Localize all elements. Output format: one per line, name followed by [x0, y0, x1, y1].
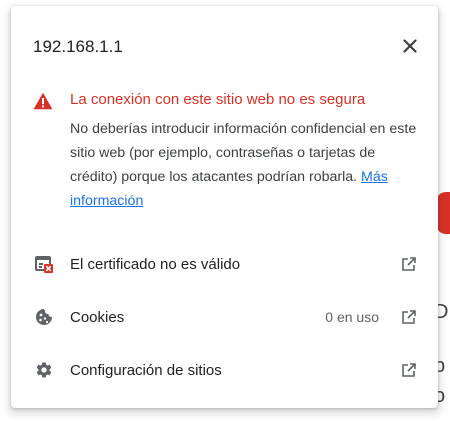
certificate-invalid-icon — [34, 254, 54, 274]
warning-description: No deberías introducir información confi… — [70, 117, 420, 213]
background-page-fragment — [436, 192, 450, 234]
certificate-label: El certificado no es válido — [70, 255, 241, 273]
cookies-label: Cookies — [70, 308, 125, 326]
open-in-new-icon — [402, 310, 416, 324]
site-host: 192.168.1.1 — [33, 37, 123, 56]
cookie-icon — [34, 307, 54, 327]
cookies-status: 0 en uso — [325, 309, 379, 325]
warning-triangle-icon — [33, 92, 53, 110]
open-in-new-icon — [402, 363, 416, 377]
close-icon — [403, 39, 417, 53]
site-info-popup: 192.168.1.1 La conexión con este sitio w… — [11, 6, 438, 408]
site-settings-row[interactable]: Configuración de sitios — [11, 348, 438, 392]
gear-icon — [34, 360, 54, 380]
certificate-row[interactable]: El certificado no es válido — [11, 242, 438, 286]
cookies-row[interactable]: Cookies 0 en uso — [11, 295, 438, 339]
open-in-new-icon — [402, 257, 416, 271]
warning-title: La conexión con este sitio web no es seg… — [70, 91, 366, 108]
close-button[interactable] — [400, 36, 420, 56]
site-settings-label: Configuración de sitios — [70, 361, 222, 379]
